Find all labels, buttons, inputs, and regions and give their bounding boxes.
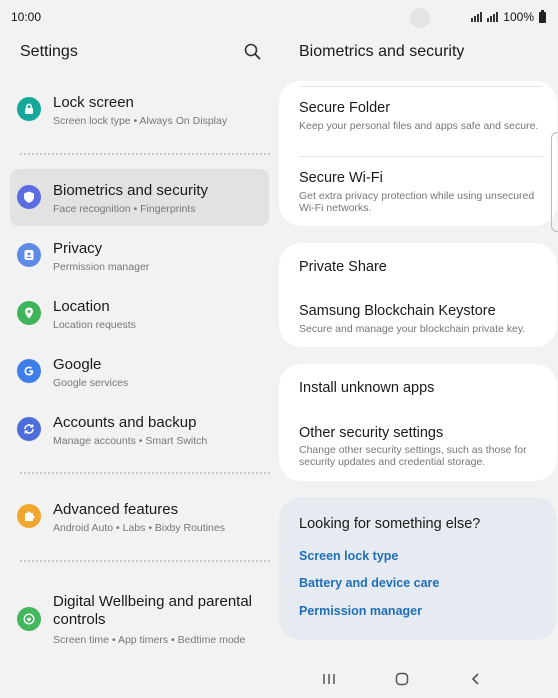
- link-permission-manager[interactable]: Permission manager: [299, 604, 422, 618]
- card-secure-features: Secure Folder Keep your personal files a…: [279, 81, 557, 226]
- link-battery-device-care[interactable]: Battery and device care: [299, 576, 439, 590]
- item-subtitle: Face recognition • Fingerprints: [53, 203, 196, 215]
- other-security-settings-item[interactable]: Other security settings Change other sec…: [279, 412, 557, 481]
- battery-percent: 100%: [503, 10, 534, 24]
- front-camera: [410, 8, 430, 28]
- settings-item-advanced-features[interactable]: Advanced features Android Auto • Labs • …: [10, 488, 269, 545]
- private-share-item[interactable]: Private Share: [279, 243, 557, 291]
- item-subtitle: Get extra privacy protection while using…: [299, 190, 535, 214]
- item-title-line2: controls: [53, 611, 106, 628]
- detail-title: Biometrics and security: [299, 43, 465, 60]
- settings-item-google[interactable]: Google Google services: [10, 343, 269, 400]
- item-subtitle: Permission manager: [53, 261, 150, 273]
- sync-icon: [17, 417, 41, 441]
- shield-icon: [17, 185, 41, 209]
- item-subtitle: Android Auto • Labs • Bixby Routines: [53, 522, 225, 534]
- install-unknown-apps-item[interactable]: Install unknown apps: [279, 364, 557, 412]
- item-title: Accounts and backup: [53, 414, 197, 431]
- divider: [20, 472, 270, 474]
- link-screen-lock-type[interactable]: Screen lock type: [299, 549, 398, 563]
- card-private-share: Private Share Samsung Blockchain Keystor…: [279, 243, 557, 347]
- item-subtitle: Keep your personal files and apps safe a…: [299, 120, 539, 132]
- settings-item-digital-wellbeing[interactable]: Digital Wellbeing and parental controls …: [10, 585, 269, 655]
- recent-apps-button[interactable]: [317, 668, 341, 690]
- item-title: Install unknown apps: [299, 380, 435, 396]
- blockchain-keystore-item[interactable]: Samsung Blockchain Keystore Secure and m…: [279, 291, 557, 347]
- secure-wifi-item[interactable]: Secure Wi-Fi Get extra privacy protectio…: [279, 157, 557, 225]
- item-subtitle: Manage accounts • Smart Switch: [53, 435, 208, 447]
- google-icon: [17, 359, 41, 383]
- item-title: Google: [53, 356, 102, 373]
- item-title: Biometrics and security: [53, 182, 209, 199]
- settings-item-location[interactable]: Location Location requests: [10, 285, 269, 342]
- settings-item-privacy[interactable]: Privacy Permission manager: [10, 227, 269, 284]
- privacy-icon: [17, 243, 41, 267]
- item-subtitle: Screen lock type • Always On Display: [53, 115, 228, 127]
- item-subtitle: Secure and manage your blockchain privat…: [299, 323, 526, 335]
- item-subtitle: Google services: [53, 377, 129, 389]
- back-icon: [471, 673, 479, 685]
- status-indicators: 100%: [471, 9, 546, 24]
- item-title: Private Share: [299, 259, 387, 275]
- settings-title: Settings: [20, 43, 78, 60]
- settings-item-accounts-backup[interactable]: Accounts and backup Manage accounts • Sm…: [10, 401, 269, 458]
- card-install-apps: Install unknown apps Other security sett…: [279, 364, 557, 481]
- signal-icon-2: [487, 12, 499, 22]
- item-subtitle: Change other security settings, such as …: [299, 444, 527, 468]
- location-pin-icon: [17, 301, 41, 325]
- puzzle-icon: [17, 504, 41, 528]
- item-subtitle: Location requests: [53, 319, 136, 331]
- status-bar: 10:00 100%: [0, 0, 558, 34]
- recent-apps-icon: [323, 674, 335, 684]
- looking-for-something-else-card: Looking for something else? Screen lock …: [279, 497, 557, 640]
- wellbeing-icon: [17, 607, 41, 631]
- item-title: Secure Folder: [299, 100, 391, 116]
- item-title: Lock screen: [53, 94, 134, 111]
- status-time: 10:00: [11, 10, 42, 24]
- divider: [20, 153, 270, 155]
- item-title: Samsung Blockchain Keystore: [299, 303, 496, 319]
- item-title: Privacy: [53, 240, 103, 257]
- edge-panel-handle[interactable]: [551, 132, 558, 232]
- navigation-bar: [0, 660, 558, 698]
- back-button[interactable]: [464, 668, 488, 690]
- secure-folder-item[interactable]: Secure Folder Keep your personal files a…: [279, 87, 557, 155]
- search-icon: [244, 43, 261, 60]
- item-title: Location: [53, 298, 110, 315]
- item-title: Other security settings: [299, 425, 444, 441]
- search-button[interactable]: [242, 41, 264, 63]
- item-subtitle: Screen time • App timers • Bedtime mode: [53, 634, 246, 646]
- home-icon: [395, 672, 409, 686]
- item-title: Advanced features: [53, 501, 179, 518]
- settings-item-lock-screen[interactable]: Lock screen Screen lock type • Always On…: [10, 81, 269, 138]
- battery-icon: [539, 9, 546, 23]
- home-button[interactable]: [390, 668, 414, 690]
- signal-icon: [471, 12, 483, 22]
- lock-icon: [17, 97, 41, 121]
- looking-title: Looking for something else?: [299, 516, 481, 532]
- divider: [20, 560, 270, 562]
- settings-item-biometrics[interactable]: Biometrics and security Face recognition…: [10, 169, 269, 226]
- item-title: Secure Wi-Fi: [299, 170, 383, 186]
- item-title: Digital Wellbeing and parental: [53, 593, 253, 610]
